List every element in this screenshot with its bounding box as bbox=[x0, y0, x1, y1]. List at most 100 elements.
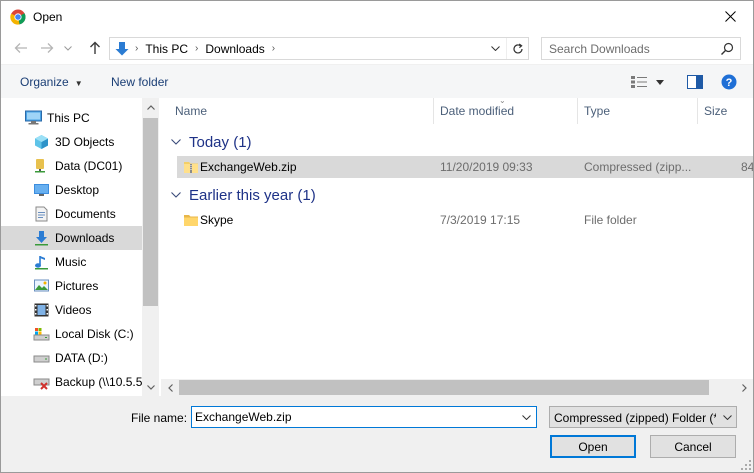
file-date-modified: 11/20/2019 09:33 bbox=[440, 160, 533, 174]
sort-indicator-icon: ⌄ bbox=[499, 98, 506, 105]
nav-label: 3D Objects bbox=[55, 135, 115, 149]
file-name: Skype bbox=[200, 213, 234, 227]
nav-label: Music bbox=[55, 255, 87, 269]
column-header-type[interactable]: Type bbox=[578, 98, 698, 124]
nav-label: Videos bbox=[55, 303, 92, 317]
close-button[interactable] bbox=[707, 1, 753, 32]
file-size: 84 bbox=[741, 160, 753, 174]
title-bar: Open bbox=[1, 1, 753, 32]
column-header-date-modified[interactable]: Date modified bbox=[434, 98, 578, 124]
nav-item-data-dc01[interactable]: Data (DC01) bbox=[1, 154, 142, 178]
navigation-pane: This PC 3D Objects Data (DC01) Desktop D… bbox=[1, 98, 159, 396]
address-bar[interactable]: › This PC › Downloads › bbox=[109, 37, 529, 60]
close-icon bbox=[724, 11, 736, 22]
disconnected-network-drive-icon bbox=[33, 378, 50, 390]
column-label: Date modified bbox=[440, 104, 515, 118]
file-name-input[interactable] bbox=[192, 407, 512, 427]
new-folder-button[interactable]: New folder bbox=[111, 75, 168, 89]
computer-icon bbox=[25, 110, 42, 125]
nav-item-3d-objects[interactable]: 3D Objects bbox=[1, 130, 142, 154]
horizontal-scrollbar[interactable] bbox=[161, 379, 753, 396]
nav-item-backup[interactable]: Backup (\\10.5.5 bbox=[1, 370, 142, 394]
resize-grip-icon[interactable] bbox=[741, 460, 751, 470]
nav-item-documents[interactable]: Documents bbox=[1, 202, 142, 226]
open-button[interactable]: Open bbox=[550, 435, 636, 458]
nav-item-videos[interactable]: Videos bbox=[1, 298, 142, 322]
file-type-dropdown-button[interactable] bbox=[718, 407, 736, 427]
nav-scrollbar[interactable] bbox=[142, 98, 159, 396]
file-type-select[interactable]: Compressed (zipped) Folder (*.zip) bbox=[549, 406, 737, 428]
address-row: › This PC › Downloads › bbox=[1, 32, 753, 64]
drive-icon bbox=[33, 355, 50, 363]
column-header-size[interactable]: Size bbox=[698, 98, 753, 124]
scroll-left-button[interactable] bbox=[163, 380, 177, 395]
breadcrumb-separator: › bbox=[195, 43, 199, 54]
arrow-up-icon bbox=[90, 41, 100, 54]
chevron-down-icon bbox=[656, 79, 664, 85]
videos-icon bbox=[34, 303, 49, 317]
documents-icon bbox=[35, 206, 48, 222]
file-row[interactable]: Skype 7/3/2019 17:15 File folder bbox=[177, 209, 753, 231]
downloads-icon bbox=[35, 231, 48, 246]
preview-pane-icon bbox=[687, 75, 703, 89]
chevron-down-icon: ▼ bbox=[74, 79, 83, 88]
scroll-thumb[interactable] bbox=[143, 118, 158, 306]
nav-item-local-disk-c[interactable]: Local Disk (C:) bbox=[1, 322, 142, 346]
group-header-earlier-this-year[interactable]: Earlier this year (1) bbox=[169, 184, 316, 206]
preview-pane-button[interactable] bbox=[685, 73, 705, 91]
pictures-icon bbox=[34, 279, 49, 292]
recent-locations-button[interactable] bbox=[61, 38, 75, 58]
file-name-dropdown-button[interactable] bbox=[516, 407, 536, 427]
file-list: Name Date modified ⌄ Type Size Today (1)… bbox=[161, 98, 753, 396]
group-label: Earlier this year (1) bbox=[189, 186, 316, 204]
collapse-chevron-icon bbox=[169, 139, 183, 145]
nav-item-pictures[interactable]: Pictures bbox=[1, 274, 142, 298]
forward-button[interactable] bbox=[37, 38, 57, 58]
scroll-down-button[interactable] bbox=[142, 380, 159, 394]
refresh-button[interactable] bbox=[506, 38, 528, 59]
downloads-icon bbox=[115, 41, 129, 55]
search-box[interactable] bbox=[541, 37, 741, 60]
breadcrumb-separator: › bbox=[271, 43, 276, 54]
nav-label: Local Disk (C:) bbox=[55, 327, 134, 341]
nav-label: Pictures bbox=[55, 279, 99, 293]
nav-label: Desktop bbox=[55, 183, 100, 197]
window-title: Open bbox=[33, 10, 63, 24]
nav-item-music[interactable]: Music bbox=[1, 250, 142, 274]
file-row[interactable]: ExchangeWeb.zip 11/20/2019 09:33 Compres… bbox=[177, 156, 753, 178]
chevron-down-icon bbox=[64, 45, 72, 51]
breadcrumb-downloads[interactable]: Downloads bbox=[201, 42, 268, 56]
column-label: Type bbox=[584, 104, 611, 118]
change-view-button[interactable] bbox=[629, 73, 649, 91]
help-button[interactable]: ? bbox=[719, 73, 739, 91]
address-dropdown-button[interactable] bbox=[486, 38, 504, 59]
nav-label: Downloads bbox=[55, 231, 115, 245]
organize-button[interactable]: Organize ▼ bbox=[20, 75, 83, 89]
nav-item-this-pc[interactable]: This PC bbox=[1, 106, 142, 130]
breadcrumb-separator: › bbox=[135, 43, 139, 54]
file-name-combobox[interactable] bbox=[191, 406, 537, 428]
column-header-name[interactable]: Name bbox=[169, 98, 434, 124]
cancel-button[interactable]: Cancel bbox=[650, 435, 736, 458]
nav-label: This PC bbox=[47, 111, 90, 125]
organize-label: Organize bbox=[20, 75, 69, 89]
view-options-dropdown[interactable] bbox=[653, 73, 667, 91]
nav-item-downloads[interactable]: Downloads bbox=[1, 226, 142, 250]
network-folder-icon bbox=[35, 159, 45, 173]
chevron-down-icon bbox=[722, 414, 732, 420]
command-toolbar: Organize ▼ New folder ? bbox=[1, 64, 753, 98]
collapse-chevron-icon bbox=[169, 192, 183, 198]
nav-item-data-d[interactable]: DATA (D:) bbox=[1, 346, 142, 370]
up-button[interactable] bbox=[85, 38, 105, 58]
group-header-today[interactable]: Today (1) bbox=[169, 131, 252, 153]
scroll-thumb[interactable] bbox=[179, 380, 709, 395]
search-input[interactable] bbox=[542, 38, 717, 59]
nav-label: Documents bbox=[55, 207, 116, 221]
scroll-right-button[interactable] bbox=[737, 380, 751, 395]
column-label: Size bbox=[704, 104, 728, 118]
nav-item-desktop[interactable]: Desktop bbox=[1, 178, 142, 202]
breadcrumb-this-pc[interactable]: This PC bbox=[141, 42, 192, 56]
scroll-up-button[interactable] bbox=[142, 100, 159, 114]
search-icon[interactable] bbox=[719, 41, 735, 57]
back-button[interactable] bbox=[11, 38, 31, 58]
